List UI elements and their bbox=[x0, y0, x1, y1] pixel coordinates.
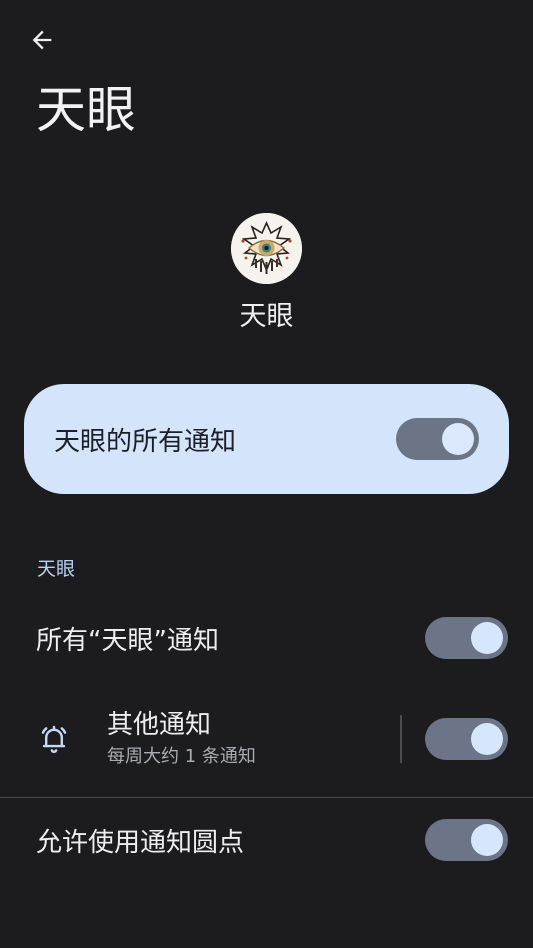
other-notifications-row[interactable]: 其他通知 每周大约 1 条通知 bbox=[0, 702, 533, 776]
all-channel-row[interactable]: 所有“天眼”通知 bbox=[0, 610, 533, 666]
arrow-left-icon bbox=[28, 26, 56, 58]
switch-thumb bbox=[442, 423, 474, 455]
notification-dot-switch[interactable] bbox=[425, 819, 508, 861]
notification-dot-row[interactable]: 允许使用通知圆点 bbox=[0, 812, 533, 868]
all-notifications-toggle-card[interactable]: 天眼的所有通知 bbox=[24, 384, 509, 494]
other-notifications-switch[interactable] bbox=[425, 718, 508, 760]
all-channel-label: 所有“天眼”通知 bbox=[36, 625, 219, 656]
back-button[interactable] bbox=[22, 22, 62, 62]
switch-thumb bbox=[471, 723, 503, 755]
other-notifications-subtitle: 每周大约 1 条通知 bbox=[107, 746, 256, 767]
eye-emblem-icon bbox=[231, 213, 302, 284]
notification-dot-label: 允许使用通知圆点 bbox=[36, 827, 245, 858]
vertical-divider bbox=[400, 715, 402, 763]
switch-thumb bbox=[471, 622, 503, 654]
horizontal-divider bbox=[0, 797, 533, 798]
all-notifications-label: 天眼的所有通知 bbox=[54, 426, 237, 457]
bell-alert-icon bbox=[36, 721, 72, 757]
page-title: 天眼 bbox=[36, 81, 136, 139]
other-notifications-text: 其他通知 每周大约 1 条通知 bbox=[107, 708, 400, 770]
app-icon bbox=[231, 213, 302, 284]
all-channel-switch[interactable] bbox=[425, 617, 508, 659]
other-notifications-title: 其他通知 bbox=[107, 710, 212, 740]
section-header: 天眼 bbox=[37, 558, 76, 580]
switch-thumb bbox=[471, 824, 503, 856]
all-notifications-switch[interactable] bbox=[396, 418, 479, 460]
app-name: 天眼 bbox=[239, 301, 294, 332]
